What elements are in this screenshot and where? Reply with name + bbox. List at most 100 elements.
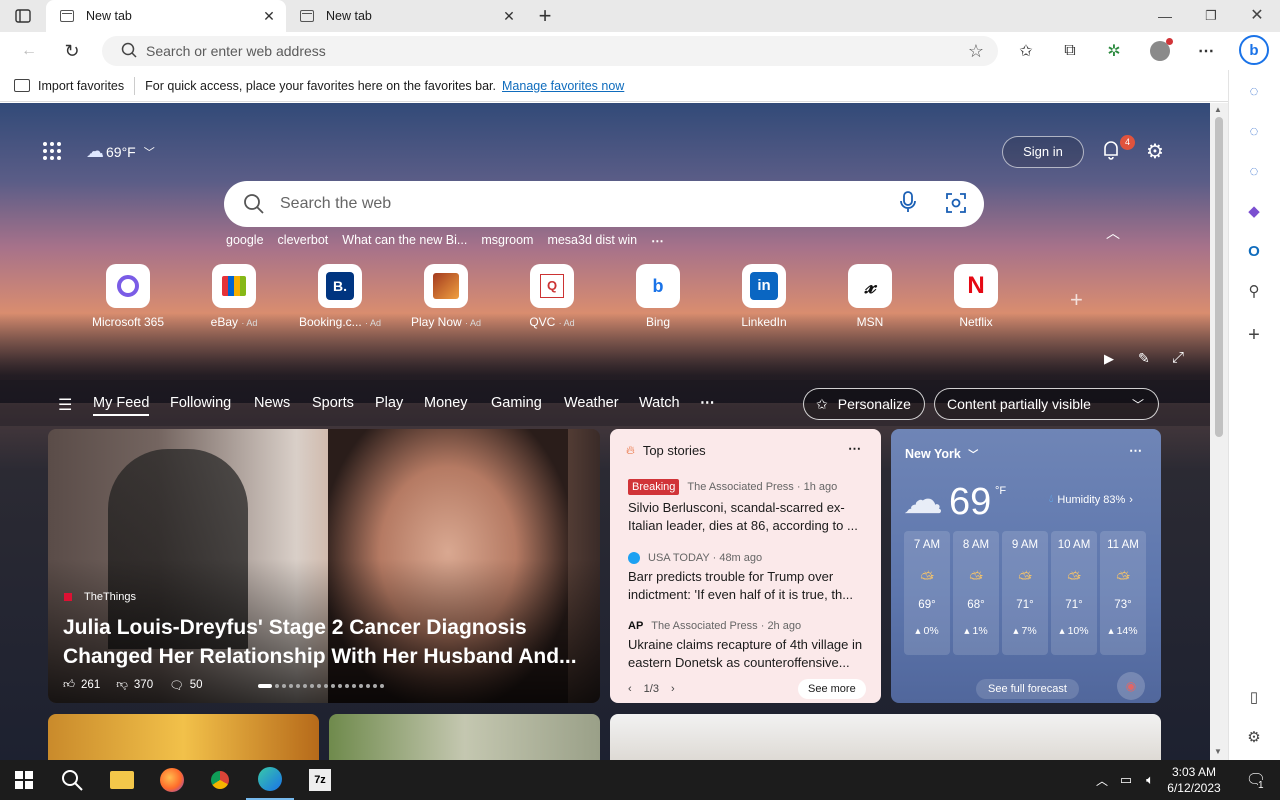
hide-sidebar-icon[interactable]: ▯ [1243,686,1265,708]
tab-new-tab-1[interactable]: New tab ✕ [46,0,286,32]
trending-item[interactable]: cleverbot [278,233,329,248]
weather-map-icon[interactable]: ◉ [1117,672,1145,700]
hourly-forecast-item[interactable]: 11 AM ⛅︎ 73° ▴ 14% [1100,531,1146,655]
tab-actions-icon[interactable] [8,1,38,31]
sidebar-loading-icon-1[interactable]: ◌ [1243,80,1265,102]
add-sidebar-app-icon[interactable]: + [1243,324,1265,346]
start-button[interactable] [0,760,48,800]
top-stories-more-icon[interactable]: ⋯ [848,441,861,457]
notifications-bell-icon[interactable]: 4 [1100,135,1135,165]
dislike-icon[interactable]: 👎︎ [116,678,128,692]
edit-background-icon[interactable]: ✎ [1138,350,1150,367]
feed-tab-money[interactable]: Money [424,395,468,411]
trending-item[interactable]: msgroom [481,233,533,248]
see-full-forecast-button[interactable]: See full forecast [976,679,1079,699]
like-icon[interactable]: 👍︎ [63,678,75,692]
close-tab-icon[interactable]: ✕ [260,7,278,25]
sidebar-loading-icon-2[interactable]: ◌ [1243,120,1265,142]
7zip-icon[interactable]: 7z [296,760,344,800]
article-card-image[interactable] [48,714,319,760]
sidebar-loading-icon-3[interactable]: ◌ [1243,160,1265,182]
search-taskbar-icon[interactable] [48,760,96,800]
quick-link-qvc[interactable]: Q QVC · Ad [502,264,602,329]
collections-icon[interactable]: ⧉ [1055,36,1085,66]
favorite-star-icon[interactable]: ☆ [968,41,984,62]
prev-icon[interactable]: ‹ [628,683,632,695]
close-window-button[interactable]: ✕ [1234,0,1280,32]
content-visibility-dropdown[interactable]: Content partially visible ﹀ [934,388,1159,420]
feed-more-icon[interactable]: ⋯ [700,395,715,411]
feed-tab-news[interactable]: News [254,395,290,411]
hero-headline[interactable]: Julia Louis-Dreyfus' Stage 2 Cancer Diag… [63,613,583,671]
quick-link-ebay[interactable]: eBay · Ad [184,264,284,329]
refresh-button[interactable]: ↻ [57,36,87,66]
back-button[interactable]: ← [14,36,44,66]
minimize-button[interactable]: — [1142,0,1188,32]
extensions-icon[interactable]: ✲ [1099,36,1129,66]
personalize-button[interactable]: ✩ Personalize [803,388,925,420]
volume-muted-icon[interactable]: 🔈︎ [1138,760,1162,800]
chrome-icon[interactable] [196,760,244,800]
page-scrollbar[interactable]: ▲ ▼ [1210,103,1228,760]
hourly-forecast-item[interactable]: 9 AM ⛅︎ 71° ▴ 7% [1002,531,1048,655]
scroll-up-icon[interactable]: ▲ [1214,105,1222,114]
quick-link-netflix[interactable]: N Netflix [926,264,1026,329]
weather-widget-top[interactable]: ☁ 69°F ﹀ [86,141,155,162]
article-card-image[interactable] [329,714,600,760]
article-card-image[interactable] [610,714,1161,760]
expand-icon[interactable]: ⤢ [1172,349,1184,366]
feed-menu-icon[interactable]: ☰ [58,395,72,415]
network-icon[interactable]: ▭ [1114,760,1138,800]
close-tab-icon[interactable]: ✕ [500,7,518,25]
restore-button[interactable]: ❐ [1188,0,1234,32]
feed-tab-my-feed[interactable]: My Feed [93,395,150,416]
story-item[interactable]: USA TODAY · 48m ago Barr predicts troubl… [628,552,868,604]
quick-link-booking[interactable]: B. Booking.c... · Ad [290,264,390,329]
outlook-icon[interactable]: O [1243,240,1265,262]
new-tab-button[interactable]: + [530,1,560,31]
apps-grid-icon[interactable] [42,141,62,161]
quick-link-play-now[interactable]: Play Now · Ad [396,264,496,329]
hourly-forecast-item[interactable]: 7 AM ⛅︎ 69° ▴ 0% [904,531,950,655]
show-hidden-icons-icon[interactable]: ︿ [1090,760,1114,800]
scrollbar-thumb[interactable] [1215,117,1223,437]
trending-item[interactable]: mesa3d dist win [547,233,637,248]
quick-link-linkedin[interactable]: in LinkedIn [714,264,814,329]
office-icon[interactable]: ◆ [1243,200,1265,222]
search-sidebar-icon[interactable]: ⚲ [1243,280,1265,302]
quick-link-bing[interactable]: b Bing [608,264,708,329]
visual-search-icon[interactable] [946,192,966,216]
page-settings-icon[interactable]: ⚙ [1146,139,1164,164]
feed-tab-sports[interactable]: Sports [312,395,354,411]
scroll-down-icon[interactable]: ▼ [1214,747,1222,756]
file-explorer-icon[interactable] [98,760,146,800]
tab-new-tab-2[interactable]: New tab ✕ [286,0,526,32]
carousel-dots[interactable] [258,684,384,688]
story-item[interactable]: Breaking The Associated Press · 1h ago Si… [628,479,868,535]
feed-tab-weather[interactable]: Weather [564,395,619,411]
weather-location[interactable]: New York ﹀ [905,446,978,461]
feed-tab-play[interactable]: Play [375,395,403,411]
import-favorites-button[interactable]: Import favorites [14,79,124,93]
collapse-chevron-icon[interactable]: ︿ [1106,223,1120,243]
humidity-link[interactable]: 💧︎ Humidity 83% › [1049,493,1133,506]
trending-item[interactable]: What can the new Bi... [342,233,467,248]
favorites-icon[interactable]: ✩ [1011,36,1041,66]
firefox-icon[interactable] [148,760,196,800]
comment-icon[interactable]: 🗨︎ [169,678,184,692]
hourly-forecast-item[interactable]: 10 AM ⛅︎ 71° ▴ 10% [1051,531,1097,655]
see-more-button[interactable]: See more [798,679,866,699]
web-search-box[interactable]: Search the web [224,181,984,227]
quick-link-msn[interactable]: 𝓍 MSN [820,264,920,329]
trending-item[interactable]: google [226,233,264,248]
add-quick-link-icon[interactable]: + [1070,287,1083,313]
sidebar-settings-icon[interactable]: ⚙ [1243,726,1265,748]
bing-chat-icon[interactable]: b [1237,33,1271,67]
feed-tab-gaming[interactable]: Gaming [491,395,542,411]
address-bar[interactable]: Search or enter web address ☆ [102,36,998,66]
microphone-icon[interactable] [900,190,916,218]
hero-article-card[interactable]: TheThings Julia Louis-Dreyfus' Stage 2 C… [48,429,600,703]
hourly-forecast-item[interactable]: 8 AM ⛅︎ 68° ▴ 1% [953,531,999,655]
profile-avatar[interactable] [1145,36,1175,66]
more-trending-icon[interactable]: ⋯ [651,233,664,248]
